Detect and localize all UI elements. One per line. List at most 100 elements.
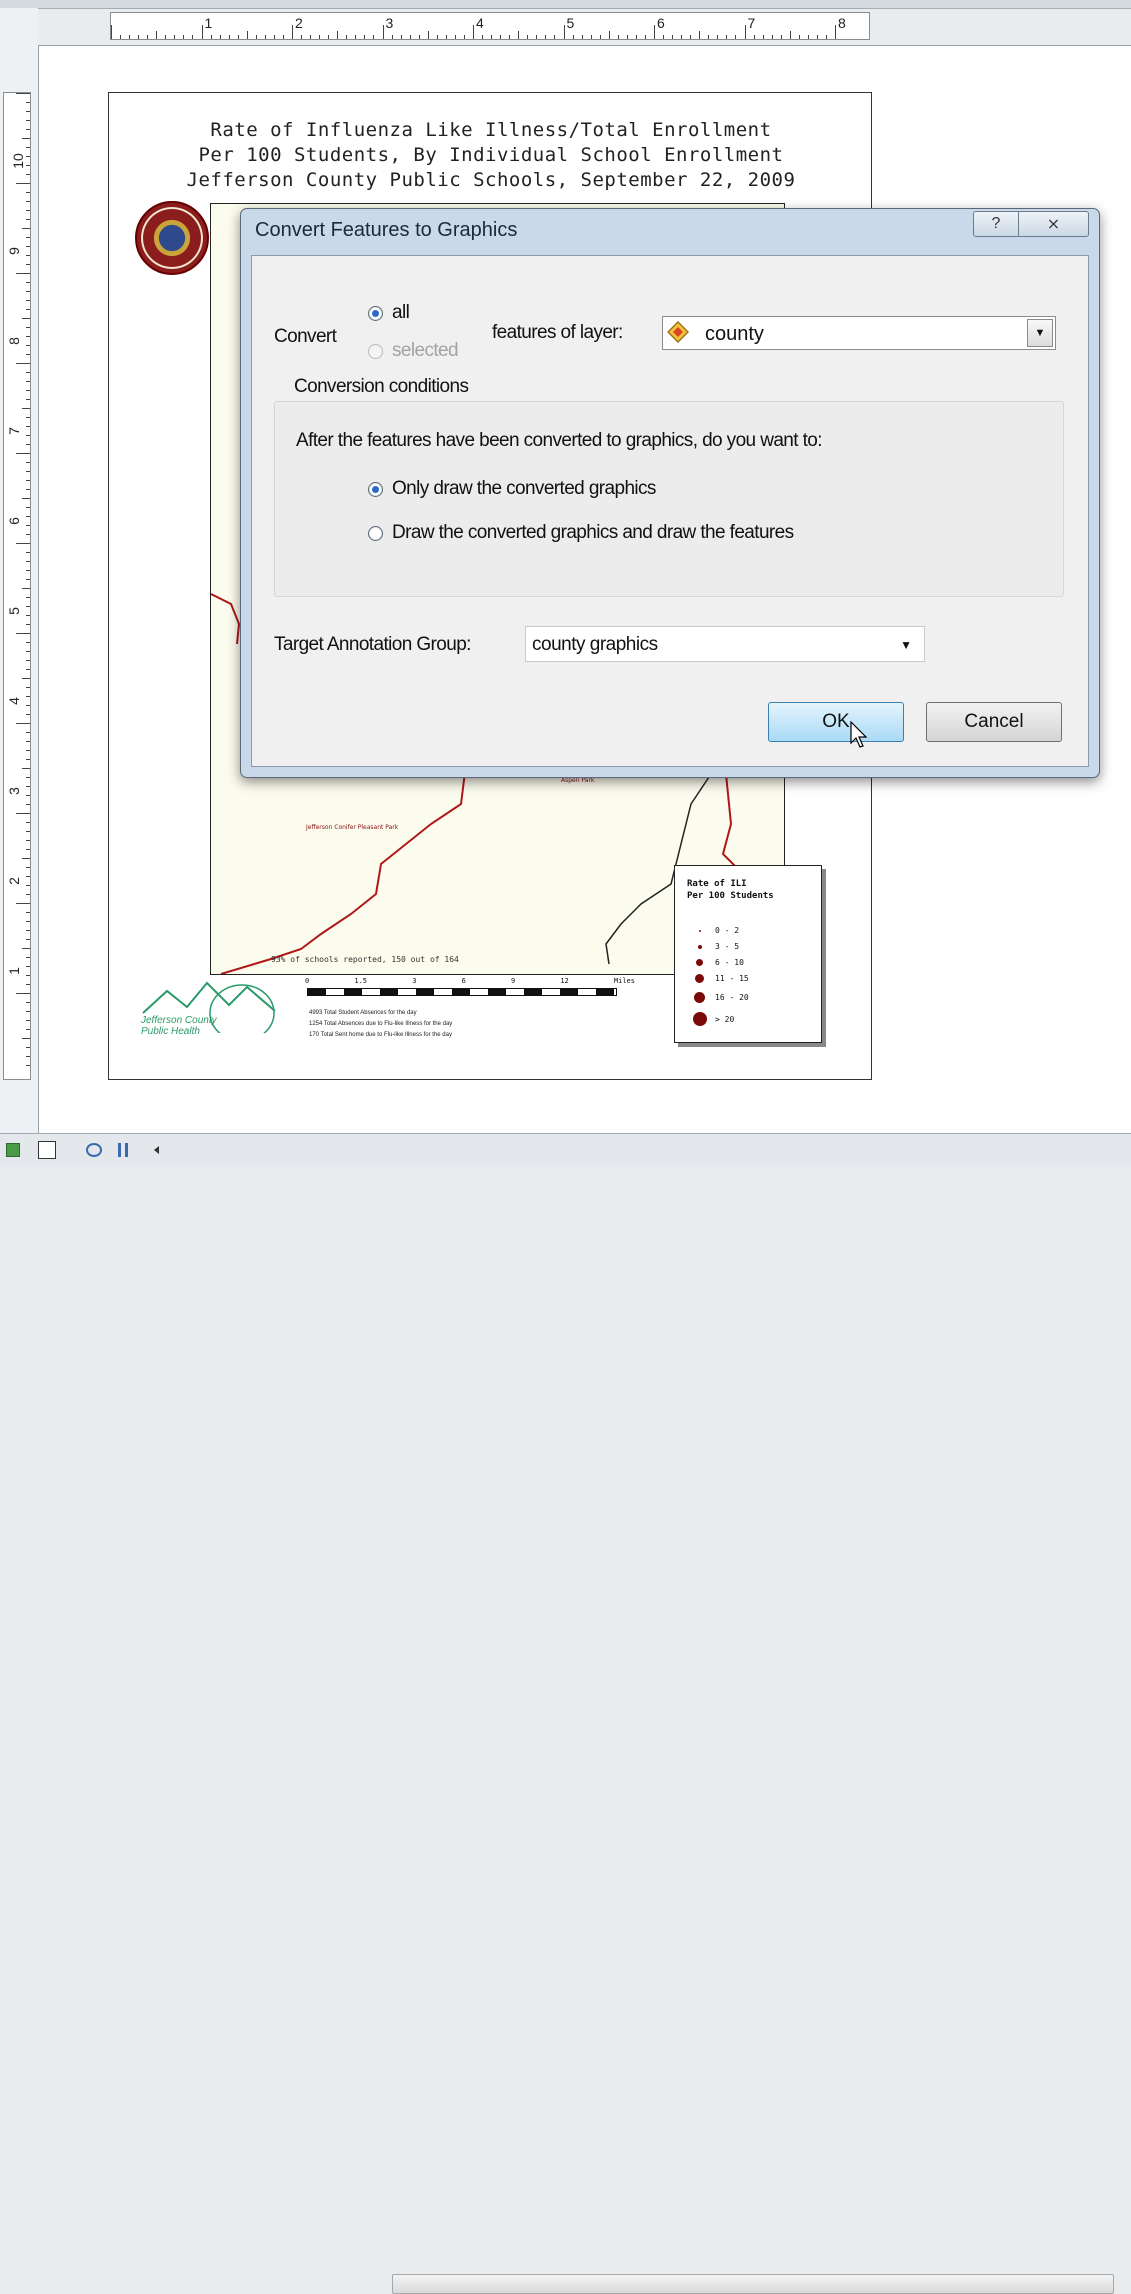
scale-labels: 0 1.5 3 6 9 12 Miles — [305, 977, 635, 985]
chevron-down-icon[interactable]: ▼ — [900, 638, 912, 652]
ruler-tick — [26, 966, 30, 967]
close-button[interactable]: ⨯ — [1019, 211, 1089, 237]
ruler-tick — [310, 35, 312, 39]
help-button[interactable]: ? — [973, 211, 1019, 237]
ruler-number: 5 — [5, 607, 22, 615]
ruler-tick — [807, 35, 809, 39]
legend-item-label: 3 - 5 — [715, 942, 740, 951]
scale-label: 0 — [305, 977, 310, 985]
ok-button[interactable]: OK — [768, 702, 904, 742]
ruler-tick — [26, 390, 30, 391]
layer-dropdown[interactable]: county ▼ — [662, 316, 1056, 350]
ruler-number: 8 — [838, 15, 846, 31]
ruler-tick — [518, 31, 520, 39]
ruler-tick — [26, 1029, 30, 1030]
ruler-tick — [16, 723, 30, 724]
ruler-tick — [735, 35, 737, 39]
ruler-tick — [26, 372, 30, 373]
ruler-tick — [26, 732, 30, 733]
ruler-tick — [762, 35, 764, 39]
radio-all[interactable] — [368, 306, 383, 321]
ruler-tick — [26, 174, 30, 175]
legend-item: 6 - 10 — [693, 958, 744, 967]
ruler-tick — [183, 35, 185, 39]
ruler-tick — [690, 35, 692, 39]
ruler-tick — [644, 35, 646, 39]
ruler-tick — [120, 35, 122, 39]
legend-dot-icon — [693, 1012, 707, 1026]
target-annotation-dropdown[interactable]: county graphics ▼ — [525, 626, 925, 662]
ruler-tick — [672, 35, 674, 39]
ruler-tick — [219, 35, 221, 39]
ruler-tick — [26, 597, 30, 598]
pause-icon[interactable] — [118, 1143, 128, 1157]
ruler-tick — [26, 696, 30, 697]
ruler-tick — [26, 822, 30, 823]
ruler-tick — [699, 31, 701, 39]
scroll-left-icon[interactable] — [150, 1143, 164, 1157]
layout-view-icon[interactable] — [38, 1141, 56, 1159]
scale-unit: Miles — [613, 977, 635, 985]
convert-label: Convert — [274, 326, 337, 347]
ruler-tick — [111, 25, 112, 39]
conversion-conditions-title: Conversion conditions — [290, 376, 473, 398]
radio-only-draw-label[interactable]: Only draw the converted graphics — [392, 478, 656, 500]
ruler-tick — [26, 507, 30, 508]
legend-dot-icon — [696, 959, 703, 966]
features-of-layer-label: features of layer: — [492, 322, 623, 343]
ruler-tick — [22, 858, 30, 859]
ruler-tick — [26, 210, 30, 211]
note-line: 4993 Total Student Absences for the day — [309, 1010, 417, 1016]
ruler-tick — [26, 561, 30, 562]
absence-notes: 4993 Total Student Absences for the day … — [309, 1008, 452, 1041]
cancel-button[interactable]: Cancel — [926, 702, 1062, 742]
svg-text:Jefferson Conifer Pleasant Par: Jefferson Conifer Pleasant Park — [305, 824, 399, 831]
ruler-tick — [364, 35, 366, 39]
ruler-number: 3 — [385, 15, 394, 31]
ruler-tick — [22, 1038, 30, 1039]
note-line: 1254 Total Absences due to Flu-like Illn… — [309, 1021, 453, 1027]
radio-all-label[interactable]: all — [392, 302, 410, 324]
ruler-tick — [16, 363, 30, 364]
map-title-line-3: Jefferson County Public Schools, Septemb… — [186, 169, 796, 191]
ruler-tick — [373, 35, 375, 39]
ruler-tick — [26, 156, 30, 157]
ruler-tick — [26, 930, 30, 931]
radio-draw-both-label[interactable]: Draw the converted graphics and draw the… — [392, 522, 794, 544]
ruler-tick — [26, 741, 30, 742]
legend-item: 3 - 5 — [693, 942, 739, 951]
vertical-ruler: 10 9 8 7 6 5 4 3 2 1 — [3, 92, 31, 1080]
ruler-tick — [26, 399, 30, 400]
logo-text: Jefferson County Public Health — [141, 1015, 217, 1037]
convert-features-dialog[interactable]: Convert Features to Graphics ? ⨯ Convert… — [240, 208, 1100, 778]
ruler-tick — [26, 984, 30, 985]
ruler-tick — [26, 291, 30, 292]
ruler-number: 1 — [204, 15, 213, 31]
dialog-body: Convert all selected features of layer: … — [251, 255, 1089, 767]
ruler-tick — [26, 1020, 30, 1021]
refresh-icon[interactable] — [86, 1143, 102, 1157]
ruler-tick — [26, 201, 30, 202]
ruler-tick — [16, 93, 30, 94]
scale-bar — [307, 988, 617, 996]
data-view-icon[interactable] — [6, 1143, 20, 1157]
scale-label: 12 — [560, 977, 569, 985]
radio-draw-both[interactable] — [368, 526, 383, 541]
ruler-tick — [26, 435, 30, 436]
chevron-down-icon[interactable]: ▼ — [1027, 319, 1053, 347]
map-legend[interactable]: Rate of ILI Per 100 Students 0 - 2 3 - 5… — [674, 865, 822, 1043]
ruler-tick — [16, 633, 30, 634]
radio-only-draw[interactable] — [368, 482, 383, 497]
horizontal-scrollbar[interactable] — [392, 2274, 1114, 2294]
ruler-tick — [26, 660, 30, 661]
ruler-tick — [16, 453, 30, 454]
ruler-tick — [789, 31, 791, 39]
ruler-tick — [26, 552, 30, 553]
ruler-tick — [717, 35, 719, 39]
ruler-tick — [445, 35, 447, 39]
ruler-tick — [26, 120, 30, 121]
state-seal-icon — [135, 201, 209, 275]
ruler-number: 7 — [747, 15, 756, 31]
ruler-tick — [237, 35, 239, 39]
ruler-tick — [273, 35, 275, 39]
